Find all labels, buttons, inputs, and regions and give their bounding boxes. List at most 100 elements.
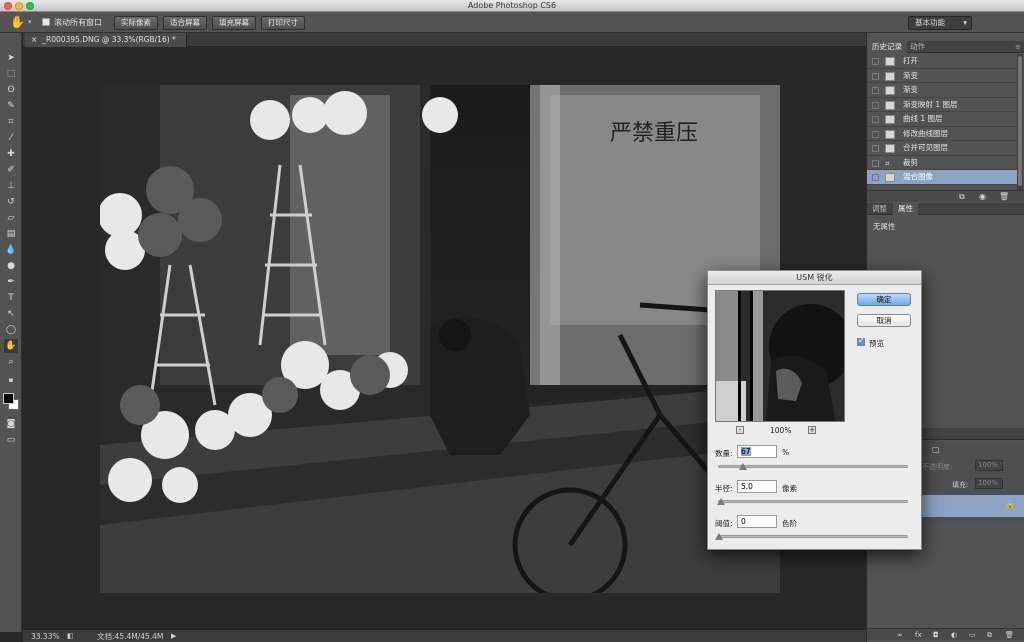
snapshot-camera-icon[interactable]: ◉: [979, 191, 986, 203]
history-source-checkbox[interactable]: [872, 101, 879, 109]
threshold-unit: 色阶: [782, 519, 797, 528]
layer-mask-icon[interactable]: ◘: [933, 629, 939, 641]
foreground-color-swatch[interactable]: [3, 393, 14, 404]
close-window-icon[interactable]: [4, 2, 12, 10]
screen-mode-icon[interactable]: ▭: [4, 433, 18, 447]
amount-input[interactable]: 67: [737, 445, 777, 458]
filter-shape-icon[interactable]: ▢: [932, 445, 940, 454]
adjustment-layer-icon[interactable]: ◐: [951, 629, 957, 641]
actual-pixels-button[interactable]: 实际像素: [114, 16, 158, 30]
history-item[interactable]: 渐变: [867, 83, 1017, 98]
history-source-checkbox[interactable]: [872, 159, 879, 167]
history-source-checkbox[interactable]: [872, 145, 879, 152]
layer-style-icon[interactable]: fx: [915, 629, 922, 641]
pen-tool-icon[interactable]: ✒: [4, 275, 18, 289]
preview-checkbox[interactable]: [857, 336, 865, 346]
new-group-icon[interactable]: ▭: [969, 629, 976, 641]
new-layer-icon[interactable]: ⧉: [987, 629, 992, 641]
quick-mask-icon[interactable]: ◙: [4, 417, 18, 431]
fill-screen-button[interactable]: 填充屏幕: [212, 16, 256, 30]
radius-input[interactable]: 5.0: [737, 480, 777, 493]
tab-properties[interactable]: 属性: [893, 203, 918, 215]
panel-menu-icon[interactable]: ≡: [1015, 41, 1021, 53]
threshold-slider-thumb[interactable]: [715, 533, 723, 540]
healing-brush-tool-icon[interactable]: ✚: [4, 147, 18, 161]
marquee-tool-icon[interactable]: ⬚: [4, 67, 18, 81]
dodge-tool-icon[interactable]: ●: [4, 259, 18, 273]
lasso-tool-icon[interactable]: ʘ: [4, 83, 18, 97]
eyedropper-tool-icon[interactable]: ⁄: [4, 131, 18, 145]
ok-button[interactable]: 确定: [857, 293, 911, 306]
workspace-select[interactable]: 基本功能 ▾: [908, 16, 972, 30]
zoom-in-icon[interactable]: +: [808, 426, 816, 434]
tab-adjustments[interactable]: 调整: [867, 203, 892, 215]
tab-actions[interactable]: 动作: [905, 41, 930, 53]
fit-screen-button[interactable]: 适合屏幕: [163, 16, 207, 30]
fill-input[interactable]: 100%: [975, 478, 1003, 489]
scrollbar-thumb[interactable]: [1018, 56, 1022, 186]
minimize-window-icon[interactable]: [15, 2, 23, 10]
history-source-checkbox[interactable]: [872, 58, 879, 65]
history-item[interactable]: 合并可见图层: [867, 141, 1017, 156]
chevron-down-icon: ▾: [963, 18, 967, 27]
history-item-label: 合并可见图层: [903, 143, 948, 152]
history-item-selected[interactable]: 混合图像: [867, 170, 1017, 185]
path-selection-tool-icon[interactable]: ↖: [4, 307, 18, 321]
clone-stamp-tool-icon[interactable]: ⊥: [4, 179, 18, 193]
history-item[interactable]: 修改曲线图层: [867, 127, 1017, 141]
history-item[interactable]: 打开: [867, 54, 1017, 69]
quick-select-tool-icon[interactable]: ✎: [4, 99, 18, 113]
print-size-button[interactable]: 打印尺寸: [261, 16, 305, 30]
preview-image: [716, 291, 844, 421]
crop-icon: ⌗: [885, 158, 890, 168]
history-item[interactable]: 渐变: [867, 69, 1017, 83]
scroll-all-windows-checkbox[interactable]: [42, 18, 50, 26]
threshold-input[interactable]: 0: [737, 515, 777, 528]
zoom-window-icon[interactable]: [26, 2, 34, 10]
link-layers-icon[interactable]: ∞: [897, 629, 903, 641]
type-tool-icon[interactable]: T: [4, 291, 18, 305]
amount-slider-thumb[interactable]: [739, 463, 748, 470]
move-tool-icon[interactable]: ➤: [4, 51, 18, 65]
close-tab-icon[interactable]: ×: [31, 35, 37, 44]
radius-label: 半径:: [715, 484, 733, 493]
zoom-tool-icon[interactable]: ⌕: [4, 355, 18, 369]
history-item[interactable]: 渐变映射 1 图层: [867, 98, 1017, 112]
delete-layer-icon[interactable]: 🗑: [1005, 629, 1014, 641]
gradient-tool-icon[interactable]: ▤: [4, 227, 18, 241]
brush-tool-icon[interactable]: ✐: [4, 163, 18, 177]
history-item[interactable]: 曲线 1 图层: [867, 112, 1017, 127]
filter-preview[interactable]: [715, 290, 845, 422]
history-source-checkbox[interactable]: [872, 130, 879, 138]
eraser-tool-icon[interactable]: ▱: [4, 211, 18, 225]
zoom-out-icon[interactable]: -: [736, 426, 744, 434]
hand-tool-icon[interactable]: ✋: [4, 339, 18, 353]
threshold-slider[interactable]: [715, 533, 908, 540]
status-menu-icon[interactable]: ◧: [67, 630, 74, 642]
blur-tool-icon[interactable]: 💧: [4, 243, 18, 257]
radius-slider[interactable]: [716, 498, 908, 505]
cancel-button[interactable]: 取消: [857, 314, 911, 327]
history-source-checkbox[interactable]: [872, 72, 879, 80]
opacity-input[interactable]: 100%: [975, 460, 1003, 471]
new-document-from-state-icon[interactable]: ⧉: [959, 191, 965, 203]
crop-tool-icon[interactable]: ⌗: [4, 115, 18, 129]
history-source-checkbox[interactable]: [872, 87, 879, 94]
radius-slider-thumb[interactable]: [716, 498, 725, 505]
status-arrow-icon[interactable]: ▶: [171, 630, 176, 642]
amount-slider[interactable]: [718, 463, 908, 470]
history-source-checkbox[interactable]: [872, 116, 879, 123]
shape-tool-icon[interactable]: ◯: [4, 323, 18, 337]
history-scrollbar[interactable]: [1017, 54, 1023, 192]
zoom-level[interactable]: 33.33%: [31, 630, 60, 642]
trash-icon[interactable]: 🗑: [999, 191, 1009, 203]
hand-tool-icon[interactable]: ✋: [10, 15, 25, 29]
history-source-checkbox[interactable]: [872, 174, 879, 181]
history-item[interactable]: ⌗ 裁剪: [867, 156, 1017, 170]
tool-preset-dropdown-icon[interactable]: ▾: [28, 18, 32, 26]
tab-history[interactable]: 历史记录: [867, 41, 907, 53]
document-tab[interactable]: × _R000395.DNG @ 33.3%(RGB/16) *: [25, 33, 187, 47]
default-colors-icon[interactable]: ▪: [4, 373, 18, 387]
history-brush-tool-icon[interactable]: ↺: [4, 195, 18, 209]
document-image[interactable]: 严禁重压: [100, 85, 780, 593]
